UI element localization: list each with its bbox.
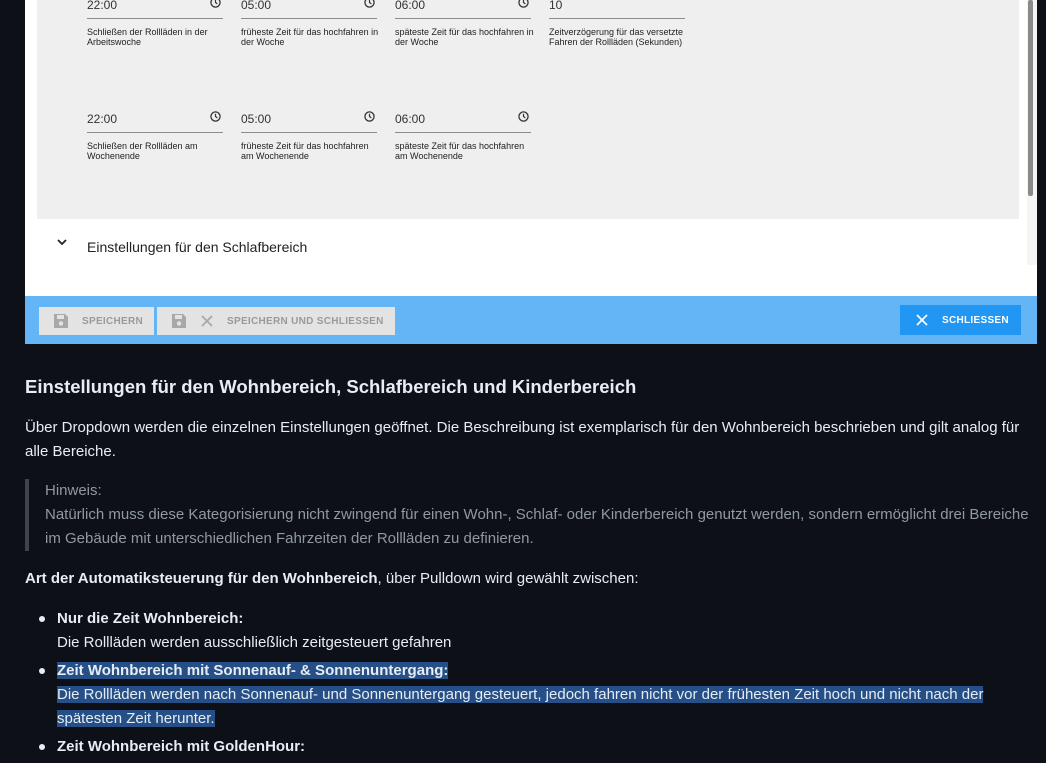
option-title: Zeit Wohnbereich mit Sonnenauf- & Sonnen… — [57, 662, 449, 679]
clock-icon[interactable] — [518, 0, 529, 8]
latest-up-workweek-value: 06:00 — [395, 0, 426, 12]
option-text: Die Rollläden werden ausschließlich zeit… — [57, 634, 452, 651]
clock-icon[interactable] — [364, 0, 375, 8]
close-time-weekend-value: 22:00 — [87, 112, 118, 126]
earliest-up-workweek-label: früheste Zeit für das hochfahren in der … — [241, 27, 379, 47]
close-icon — [201, 315, 213, 327]
floppy-disk-icon — [54, 314, 68, 328]
list-item: Nur die Zeit Wohnbereich: Die Rollläden … — [25, 607, 1025, 655]
shutter-delay-label: Zeitverzögerung für das versetzte Fahren… — [549, 27, 684, 47]
close-time-workweek-field[interactable]: 22:00 Schließen der Rollläden in der Arb… — [87, 0, 223, 47]
accordion-sleeping-area[interactable]: Einstellungen für den Schlafbereich — [37, 219, 1019, 265]
accordion-sleeping-area-label: Einstellungen für den Schlafbereich — [87, 239, 308, 255]
earliest-up-weekend-field[interactable]: 05:00 früheste Zeit für das hochfahren a… — [241, 111, 377, 161]
save-and-close-button[interactable]: SPEICHERN UND SCHLIESSEN — [157, 307, 395, 335]
section-title: Einstellungen für den Wohnbereich, Schla… — [25, 376, 637, 397]
dialog-toolbar: SPEICHERN SPEICHERN UND SCHLIESSEN SCHLI… — [25, 296, 1037, 344]
option-text: Die Rollläden werden nach Sonnenauf- und… — [57, 686, 984, 727]
close-time-weekend-field[interactable]: 22:00 Schließen der Rollläden am Wochene… — [87, 111, 223, 161]
settings-panel: 22:00 Schließen der Rollläden in der Arb… — [25, 0, 1037, 344]
clock-icon[interactable] — [518, 111, 529, 122]
latest-up-workweek-field[interactable]: 06:00 späteste Zeit für das hochfahren i… — [395, 0, 534, 47]
clock-icon[interactable] — [210, 111, 221, 122]
shutter-delay-value: 10 — [549, 0, 563, 12]
earliest-up-weekend-value: 05:00 — [241, 112, 272, 126]
chevron-down-icon — [57, 239, 67, 246]
save-and-close-button-label: SPEICHERN UND SCHLIESSEN — [227, 315, 384, 327]
close-button-label: SCHLIESSEN — [942, 314, 1009, 326]
intro-paragraph: Über Dropdown werden die einzelnen Einst… — [25, 419, 1020, 460]
earliest-up-workweek-field[interactable]: 05:00 früheste Zeit für das hochfahren i… — [241, 0, 378, 47]
close-time-workweek-label: Schließen der Rollläden in der Arbeitswo… — [87, 27, 208, 47]
note-blockquote: Hinweis: Natürlich muss diese Kategorisi… — [25, 479, 1035, 551]
automation-type-paragraph: Art der Automatiksteuerung für den Wohnb… — [25, 567, 639, 591]
list-item: Zeit Wohnbereich mit Sonnenauf- & Sonnen… — [25, 659, 1025, 731]
latest-up-weekend-value: 06:00 — [395, 112, 426, 126]
automation-type-rest: , über Pulldown wird gewählt zwischen: — [377, 570, 639, 587]
automation-type-bold: Art der Automatiksteuerung für den Wohnb… — [25, 570, 378, 587]
close-time-weekend-label: Schließen der Rollläden am Wochenende — [87, 141, 198, 161]
close-button[interactable]: SCHLIESSEN — [900, 305, 1021, 335]
list-item: Zeit Wohnbereich mit GoldenHour: — [25, 735, 1025, 759]
note-text: Natürlich muss diese Kategorisierung nic… — [45, 506, 1029, 547]
automation-options-list: Nur die Zeit Wohnbereich: Die Rollläden … — [25, 607, 1025, 763]
settings-content-area: 22:00 Schließen der Rollläden in der Arb… — [37, 0, 1019, 219]
save-button[interactable]: SPEICHERN — [39, 307, 154, 335]
option-title: Zeit Wohnbereich mit GoldenHour: — [57, 738, 306, 755]
clock-icon[interactable] — [210, 0, 221, 8]
latest-up-weekend-label: späteste Zeit für das hochfahren am Woch… — [395, 141, 525, 161]
close-icon — [916, 314, 928, 326]
shutter-delay-field[interactable]: 10 Zeitverzögerung für das versetzte Fah… — [549, 0, 685, 47]
note-heading: Hinweis: — [45, 482, 102, 499]
option-title: Nur die Zeit Wohnbereich: — [57, 610, 244, 627]
earliest-up-weekend-label: früheste Zeit für das hochfahren am Woch… — [241, 141, 369, 161]
close-time-workweek-value: 22:00 — [87, 0, 118, 12]
floppy-disk-icon — [172, 314, 186, 328]
latest-up-weekend-field[interactable]: 06:00 späteste Zeit für das hochfahren a… — [395, 111, 531, 161]
earliest-up-workweek-value: 05:00 — [241, 0, 272, 12]
clock-icon[interactable] — [364, 111, 375, 122]
scrollbar-thumb[interactable] — [1028, 0, 1033, 196]
latest-up-workweek-label: späteste Zeit für das hochfahren in der … — [395, 27, 534, 47]
save-button-label: SPEICHERN — [82, 315, 144, 327]
